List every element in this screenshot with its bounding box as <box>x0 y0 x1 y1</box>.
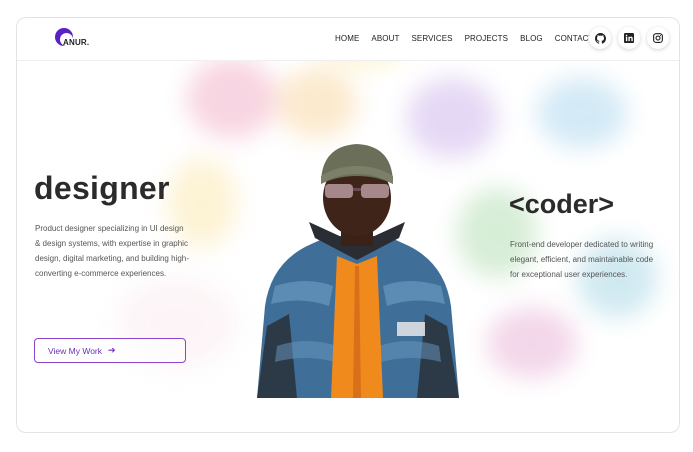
page-frame: ANUR. HOME ABOUT SERVICES PROJECTS BLOG … <box>16 17 680 433</box>
nav-about[interactable]: ABOUT <box>371 34 399 43</box>
arrow-right-icon: ➔ <box>108 345 116 355</box>
cta-label: View My Work <box>48 345 103 356</box>
main-nav: HOME ABOUT SERVICES PROJECTS BLOG CONTAC… <box>335 34 606 43</box>
instagram-link[interactable] <box>647 27 669 49</box>
brand-logo[interactable]: ANUR. <box>55 26 91 50</box>
view-my-work-button[interactable]: View My Work ➔ <box>34 338 186 363</box>
instagram-icon <box>653 33 663 43</box>
linkedin-icon <box>624 33 634 43</box>
hero-title-designer: designer <box>34 170 170 206</box>
portrait-image <box>257 144 459 398</box>
nav-projects[interactable]: PROJECTS <box>465 34 508 43</box>
nav-contact[interactable]: CONTACT <box>555 34 594 43</box>
nav-home[interactable]: HOME <box>335 34 359 43</box>
github-link[interactable] <box>589 27 611 49</box>
linkedin-link[interactable] <box>618 27 640 49</box>
hero-designer-description: Product designer specializing in UI desi… <box>35 224 189 278</box>
site-header: ANUR. HOME ABOUT SERVICES PROJECTS BLOG … <box>17 18 679 61</box>
hero-coder-description: Front-end developer dedicated to writing… <box>510 240 654 279</box>
logo-text: ANUR. <box>63 38 90 47</box>
nav-blog[interactable]: BLOG <box>520 34 543 43</box>
hero-title-coder: <coder> <box>509 189 615 219</box>
nav-services[interactable]: SERVICES <box>411 34 452 43</box>
github-icon <box>594 32 606 44</box>
